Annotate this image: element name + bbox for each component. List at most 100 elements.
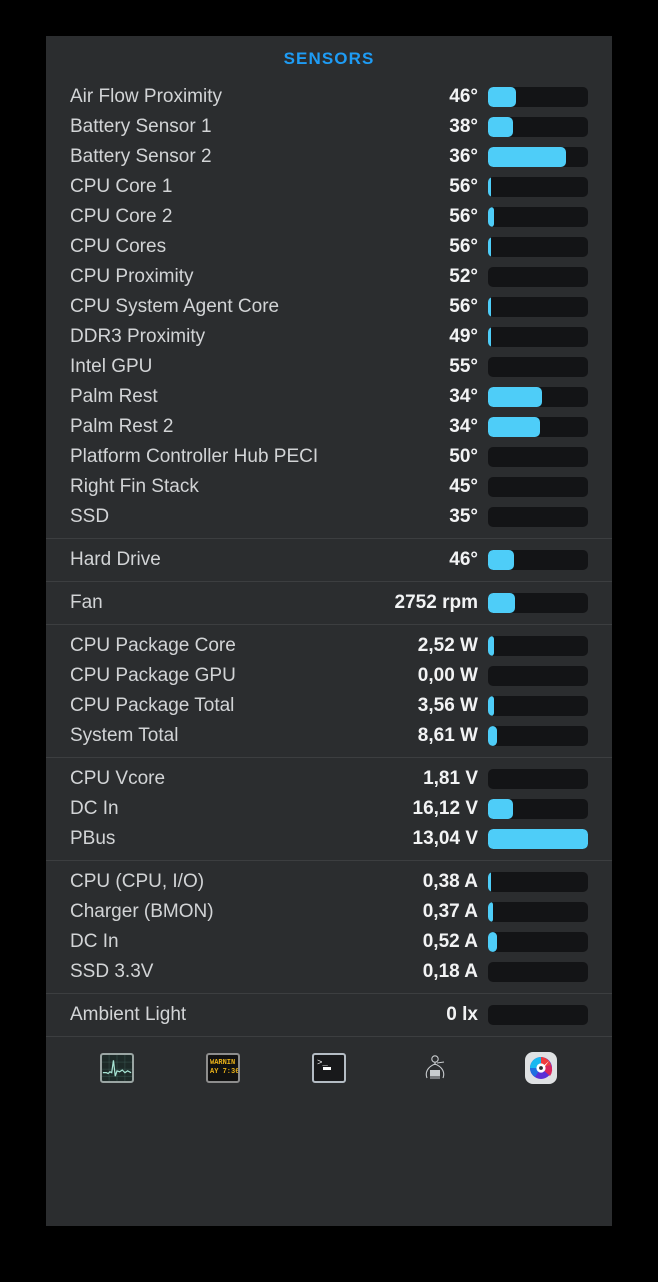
sensor-row[interactable]: Charger (BMON) 0,37 A xyxy=(46,897,612,927)
sensor-label: CPU Cores xyxy=(70,236,167,257)
sensor-row[interactable]: Intel GPU 55° xyxy=(46,352,612,382)
sensor-row[interactable]: Air Flow Proximity 46° xyxy=(46,82,612,112)
sensor-row[interactable]: CPU Proximity 52° xyxy=(46,262,612,292)
sensor-row[interactable]: CPU Package GPU 0,00 W xyxy=(46,661,612,691)
sensor-bar-track xyxy=(488,932,588,952)
sensor-row[interactable]: SSD 3.3V 0,18 A xyxy=(46,957,612,987)
sensor-bar-track xyxy=(488,477,588,497)
sensor-row[interactable]: CPU Cores 56° xyxy=(46,232,612,262)
toolbar-button-istat-menus[interactable] xyxy=(521,1050,561,1086)
sensor-row[interactable]: Fan 2752 rpm xyxy=(46,588,612,618)
toolbar-button-console[interactable]: WARNIN AY 7:36 xyxy=(203,1050,243,1086)
sensor-row[interactable]: DDR3 Proximity 49° xyxy=(46,322,612,352)
sensor-value: 34° xyxy=(449,386,478,407)
sensor-row[interactable]: CPU Package Core 2,52 W xyxy=(46,631,612,661)
sensor-row[interactable]: Platform Controller Hub PECI 50° xyxy=(46,442,612,472)
sensor-label: CPU Package Core xyxy=(70,635,236,656)
sensor-value: 13,04 V xyxy=(412,828,479,849)
sensor-value: 0,18 A xyxy=(422,961,478,982)
sensor-value: 55° xyxy=(449,356,478,377)
sensor-bar-fill xyxy=(488,417,540,437)
sensor-row[interactable]: Ambient Light 0 lx xyxy=(46,1000,612,1030)
sensor-row[interactable]: CPU Package Total 3,56 W xyxy=(46,691,612,721)
sensor-label: Battery Sensor 1 xyxy=(70,116,212,137)
sensor-label: CPU Core 1 xyxy=(70,176,173,197)
sensor-row[interactable]: SSD 35° xyxy=(46,502,612,532)
toolbar: WARNIN AY 7:36 >_ xyxy=(46,1036,612,1098)
sensor-bar-track xyxy=(488,696,588,716)
sensor-row[interactable]: Right Fin Stack 45° xyxy=(46,472,612,502)
gauge-icon xyxy=(525,1051,557,1084)
sensor-bar-track xyxy=(488,962,588,982)
sensor-bar-fill xyxy=(488,902,493,922)
sensor-value: 52° xyxy=(449,266,478,287)
sensor-bar-track xyxy=(488,636,588,656)
sensor-value: 46° xyxy=(449,549,478,570)
sensor-row[interactable]: PBus 13,04 V xyxy=(46,824,612,854)
sensors-panel: SENSORS Air Flow Proximity 46° Battery Sen… xyxy=(46,36,612,1226)
sensor-value: 8,61 W xyxy=(417,725,478,746)
sensor-label: CPU Package Total xyxy=(70,695,235,716)
sensor-value: 0 lx xyxy=(446,1004,478,1025)
sensor-row[interactable]: CPU Vcore 1,81 V xyxy=(46,764,612,794)
sensor-row[interactable]: CPU (CPU, I/O) 0,38 A xyxy=(46,867,612,897)
sensor-bar-fill xyxy=(488,87,516,107)
toolbar-button-terminal[interactable]: >_ xyxy=(309,1050,349,1086)
sensor-bar-track xyxy=(488,769,588,789)
sensor-bar-fill xyxy=(488,726,497,746)
sensor-label: Battery Sensor 2 xyxy=(70,146,212,167)
sensor-value: 0,00 W xyxy=(417,665,478,686)
sensor-row[interactable]: DC In 0,52 A xyxy=(46,927,612,957)
sensor-label: System Total xyxy=(70,725,179,746)
sensor-bar-track xyxy=(488,593,588,613)
sensor-bar-fill xyxy=(488,207,494,227)
section-voltages: CPU Vcore 1,81 V DC In 16,12 V PBus 13,04 V xyxy=(46,757,612,860)
sensor-row[interactable]: CPU System Agent Core 56° xyxy=(46,292,612,322)
sensor-label: Hard Drive xyxy=(70,549,161,570)
console-icon-line-2: AY 7:36 xyxy=(210,1067,240,1076)
sensor-value: 56° xyxy=(449,206,478,227)
sensor-row[interactable]: Palm Rest 2 34° xyxy=(46,412,612,442)
section-currents: CPU (CPU, I/O) 0,38 A Charger (BMON) 0,37 A… xyxy=(46,860,612,993)
sensor-label: Charger (BMON) xyxy=(70,901,214,922)
sensor-label: Intel GPU xyxy=(70,356,153,377)
sensor-value: 34° xyxy=(449,416,478,437)
sensor-label: Air Flow Proximity xyxy=(70,86,223,107)
sensor-bar-track xyxy=(488,872,588,892)
sensor-bar-fill xyxy=(488,636,494,656)
sensor-row[interactable]: Hard Drive 46° xyxy=(46,545,612,575)
sensor-label: PBus xyxy=(70,828,116,849)
sensor-row[interactable]: CPU Core 1 56° xyxy=(46,172,612,202)
sensor-label: CPU Package GPU xyxy=(70,665,236,686)
activity-monitor-icon xyxy=(100,1052,134,1083)
sensor-bar-fill xyxy=(488,297,491,317)
sensor-row[interactable]: System Total 8,61 W xyxy=(46,721,612,751)
page-title: SENSORS xyxy=(283,49,375,68)
sensor-bar-track xyxy=(488,117,588,137)
sensor-label: CPU Vcore xyxy=(70,768,166,789)
sensor-bar-fill xyxy=(488,593,515,613)
sensor-row[interactable]: Battery Sensor 2 36° xyxy=(46,142,612,172)
sensor-label: CPU Proximity xyxy=(70,266,194,287)
toolbar-button-hardware-monitor[interactable] xyxy=(415,1050,455,1086)
toolbar-button-activity-monitor[interactable] xyxy=(97,1050,137,1086)
sensor-row[interactable]: CPU Core 2 56° xyxy=(46,202,612,232)
section-fans: Fan 2752 rpm xyxy=(46,581,612,624)
sensor-label: Palm Rest 2 xyxy=(70,416,174,437)
sensor-bar-track xyxy=(488,357,588,377)
sensor-row[interactable]: Palm Rest 34° xyxy=(46,382,612,412)
sensor-label: CPU (CPU, I/O) xyxy=(70,871,205,892)
sensor-row[interactable]: Battery Sensor 1 38° xyxy=(46,112,612,142)
sensor-value: 38° xyxy=(449,116,478,137)
sensor-value: 56° xyxy=(449,236,478,257)
sensor-label: SSD 3.3V xyxy=(70,961,154,982)
sensor-value: 1,81 V xyxy=(423,768,478,789)
sensor-row[interactable]: DC In 16,12 V xyxy=(46,794,612,824)
sensor-value: 49° xyxy=(449,326,478,347)
sensor-bar-track xyxy=(488,799,588,819)
sensor-value: 16,12 V xyxy=(412,798,479,819)
sensor-bar-fill xyxy=(488,799,513,819)
sensor-label: DC In xyxy=(70,931,119,952)
sensor-bar-track xyxy=(488,327,588,347)
sensor-bar-fill xyxy=(488,550,514,570)
